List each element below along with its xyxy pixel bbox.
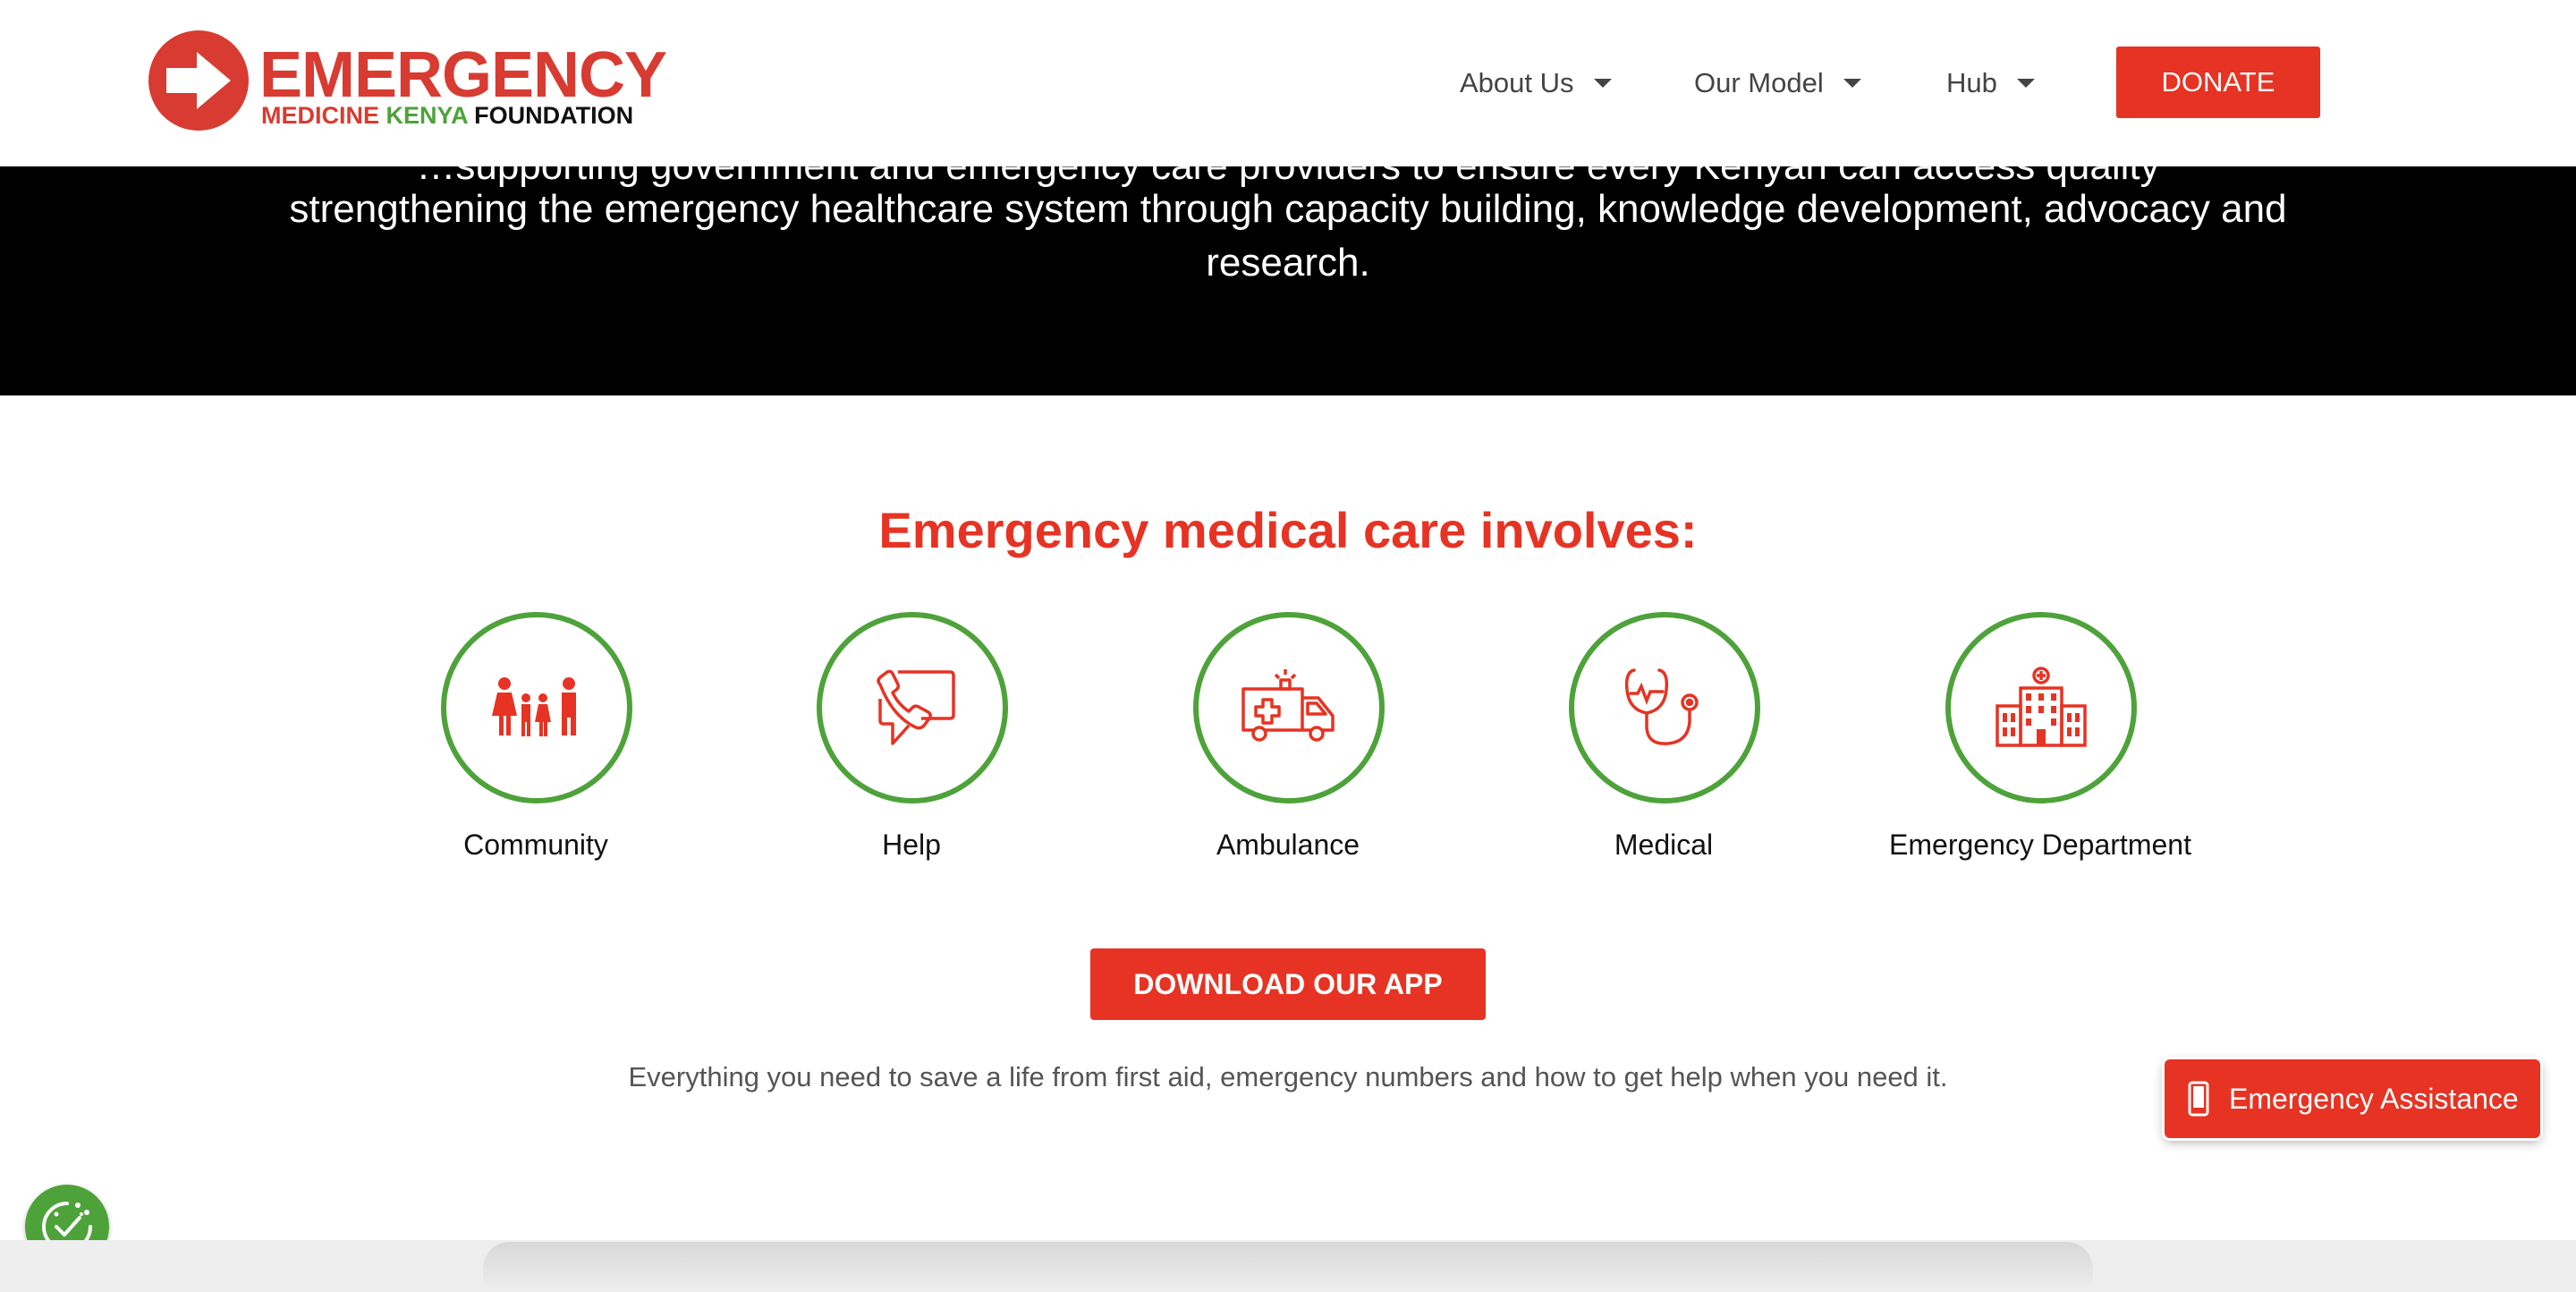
logo-word-medicine: MEDICINE (261, 102, 380, 129)
feature-label: Help (882, 829, 941, 861)
feature-circle (1945, 612, 2137, 803)
arrow-right-icon (166, 52, 231, 109)
logo-word-foundation: FOUNDATION (474, 102, 634, 129)
nav-our-model[interactable]: Our Model (1694, 54, 1861, 113)
feature-label: Medical (1614, 829, 1714, 861)
family-icon (492, 677, 576, 736)
nav-about-us[interactable]: About Us (1460, 54, 1612, 113)
feature-ambulance: Ambulance (1100, 612, 1476, 880)
feature-label: Emergency Department (1889, 829, 2191, 861)
footer-card-edge (483, 1242, 2093, 1292)
feature-emergency-department: Emergency Department (1852, 612, 2228, 880)
hospital-icon (1996, 667, 2087, 747)
emergency-assistance-button[interactable]: Emergency Assistance (2165, 1059, 2540, 1138)
banner-text: strengthening the emergency healthcare s… (289, 187, 2287, 285)
feature-label: Ambulance (1216, 829, 1360, 861)
donate-button[interactable]: DONATE (2116, 47, 2320, 118)
logo-word-emergency: EMERGENCY (259, 39, 667, 111)
feature-medical: Medical (1476, 612, 1852, 880)
logo-subtitle: MEDICINE KENYA FOUNDATION (261, 104, 633, 128)
feature-community: Community (348, 612, 724, 880)
features-row: Community Help Ambulance Medical Emergen… (0, 612, 2576, 880)
emergency-assistance-label: Emergency Assistance (2229, 1082, 2519, 1115)
phone-chat-icon (877, 669, 955, 745)
feature-circle (1569, 612, 1760, 803)
download-app-button[interactable]: DOWNLOAD OUR APP (1090, 948, 1486, 1020)
logo-word-kenya: KENYA (386, 102, 468, 129)
feature-circle (1193, 612, 1385, 803)
logo-circle (148, 30, 249, 131)
caret-down-icon (1593, 79, 1612, 88)
feature-help: Help (724, 612, 1099, 880)
section-title: Emergency medical care involves: (878, 502, 1698, 558)
site-logo[interactable]: EMERGENCY MEDICINE KENYA FOUNDATION (148, 30, 667, 138)
feature-label: Community (463, 829, 608, 861)
intro-banner: …supporting government and emergency car… (0, 144, 2576, 395)
nav-our-model-label: Our Model (1694, 67, 1824, 98)
feature-circle (441, 612, 632, 803)
caret-down-icon (2016, 79, 2035, 88)
nav-hub[interactable]: Hub (1946, 54, 2035, 113)
caret-down-icon (1843, 79, 1861, 88)
ambulance-icon (1241, 669, 1335, 742)
nav-about-us-label: About Us (1460, 67, 1574, 98)
site-header: EMERGENCY MEDICINE KENYA FOUNDATION Abou… (0, 0, 2576, 166)
feature-circle (817, 612, 1008, 803)
nav-hub-label: Hub (1946, 67, 1997, 98)
stethoscope-icon (1624, 668, 1699, 745)
mobile-phone-icon (2188, 1081, 2209, 1117)
